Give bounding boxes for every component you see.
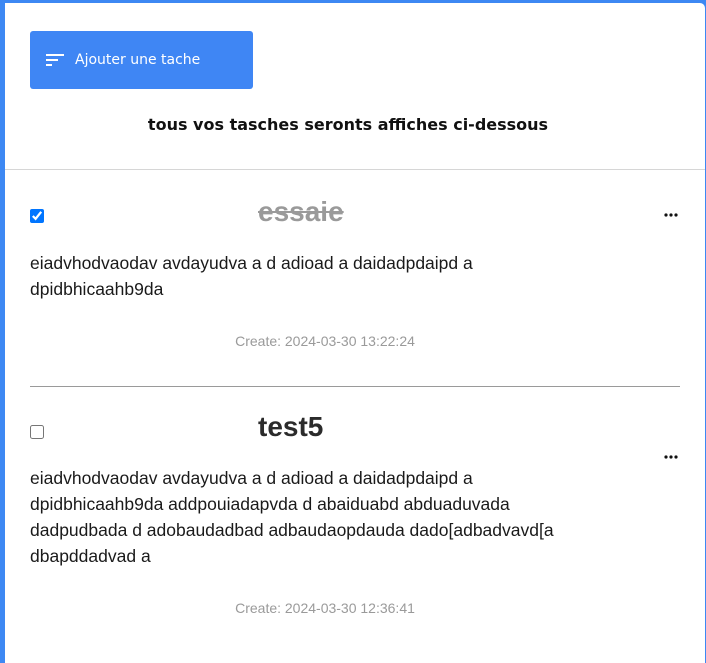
task-title: essaie — [258, 196, 344, 227]
task-list-subtitle: tous vos tasches seronts affiches ci-des… — [147, 115, 549, 134]
task-description: eiadvhodvaodav avdayudva a d adioad a da… — [30, 468, 554, 566]
more-horizontal-icon — [664, 202, 678, 221]
task-title: test5 — [258, 411, 324, 442]
add-task-button[interactable]: Ajouter une tache — [30, 31, 253, 89]
task-created-date: Create: 2024-03-30 12:36:41 — [235, 600, 415, 616]
task-created-date: Create: 2024-03-30 13:22:24 — [235, 333, 415, 349]
task-menu-button[interactable] — [660, 446, 682, 460]
task-menu-button[interactable] — [660, 204, 682, 218]
add-task-label: Ajouter une tache — [75, 52, 201, 68]
header-divider — [5, 169, 705, 170]
task-divider — [30, 386, 680, 387]
task-panel: Ajouter une tache tous vos tasches seron… — [5, 3, 705, 663]
task-description: eiadvhodvaodav avdayudva a d adioad a da… — [30, 253, 473, 299]
task-complete-checkbox[interactable] — [30, 425, 44, 439]
sort-lines-icon — [46, 52, 66, 68]
more-horizontal-icon — [664, 444, 678, 463]
task-complete-checkbox[interactable] — [30, 209, 44, 223]
